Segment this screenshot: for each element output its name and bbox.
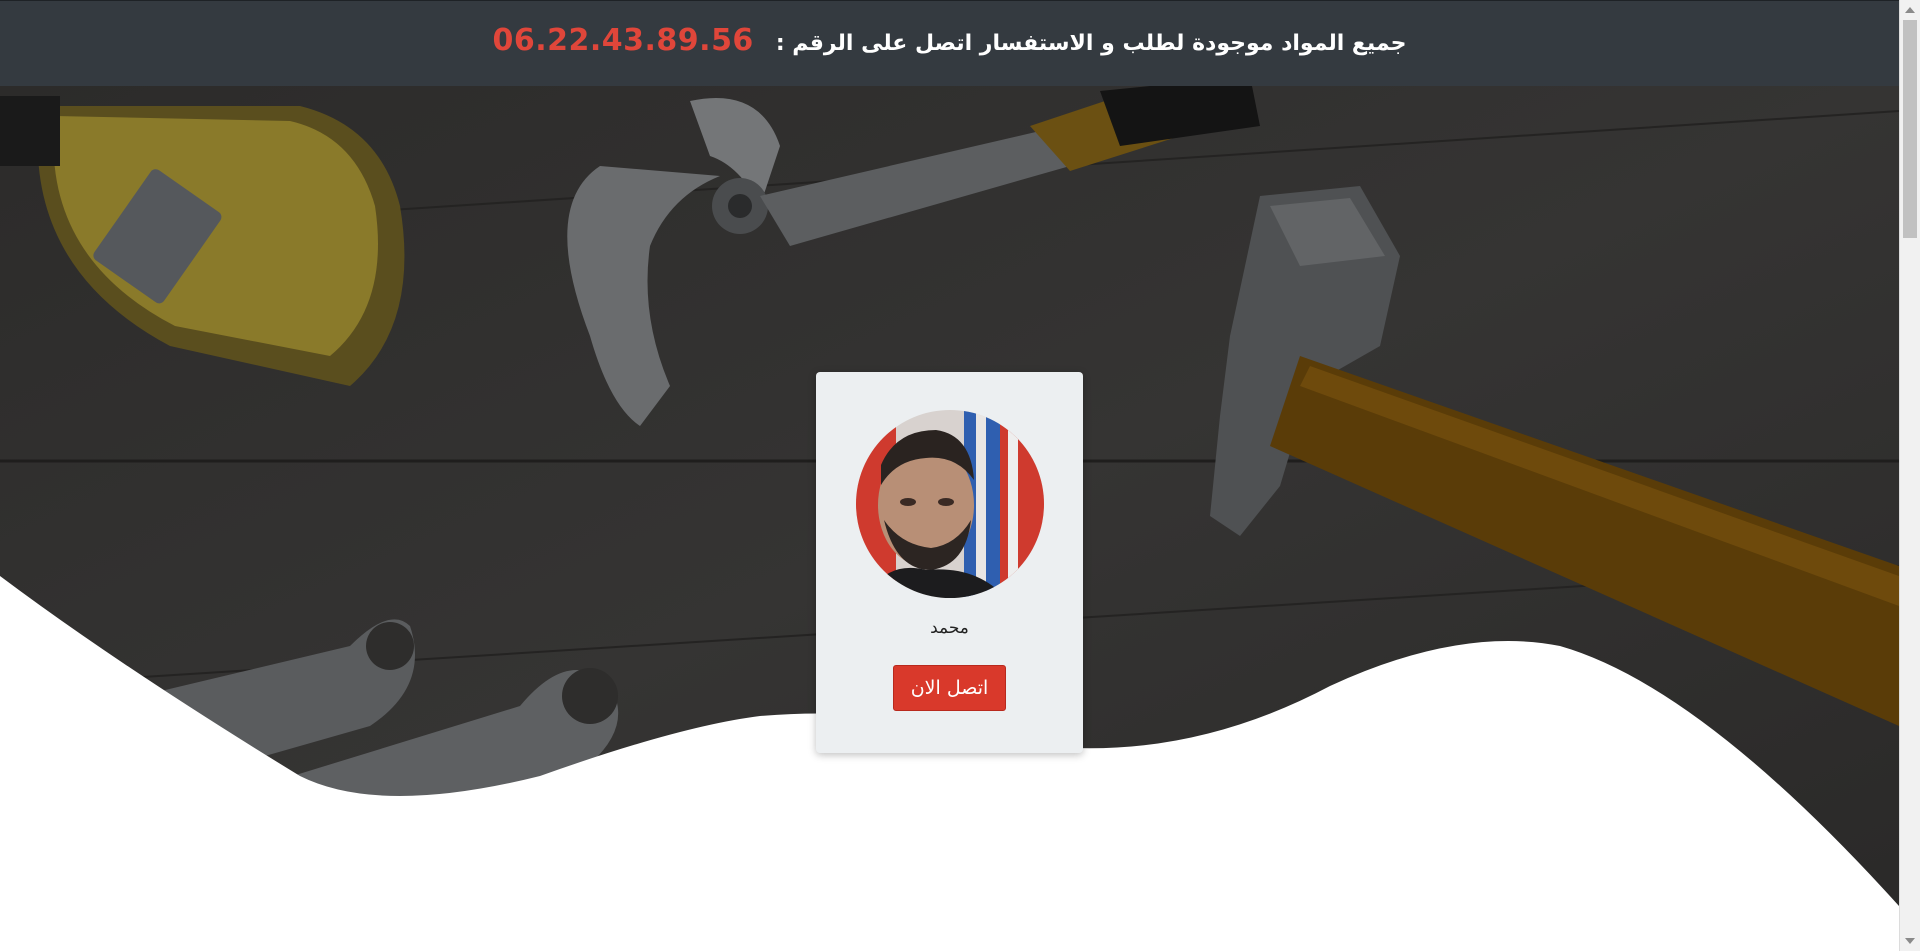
- profile-card: محمد اتصل الان: [816, 372, 1083, 753]
- avatar: [856, 410, 1044, 598]
- scroll-up-arrow-icon[interactable]: [1905, 7, 1915, 13]
- profile-photo: [856, 410, 1044, 598]
- vertical-scrollbar[interactable]: [1899, 0, 1920, 951]
- top-announcement-bar: جميع المواد موجودة لطلب و الاستفسار اتصل…: [0, 0, 1899, 86]
- page: جميع المواد موجودة لطلب و الاستفسار اتصل…: [0, 0, 1920, 951]
- phone-number[interactable]: 06.22.43.89.56: [492, 23, 753, 58]
- scrollbar-thumb[interactable]: [1903, 20, 1917, 238]
- profile-name: محمد: [930, 618, 969, 638]
- scroll-down-arrow-icon[interactable]: [1905, 938, 1915, 944]
- call-now-button[interactable]: اتصل الان: [893, 665, 1006, 711]
- hero-section: محمد اتصل الان: [0, 86, 1899, 951]
- announcement-text: جميع المواد موجودة لطلب و الاستفسار اتصل…: [775, 31, 1407, 56]
